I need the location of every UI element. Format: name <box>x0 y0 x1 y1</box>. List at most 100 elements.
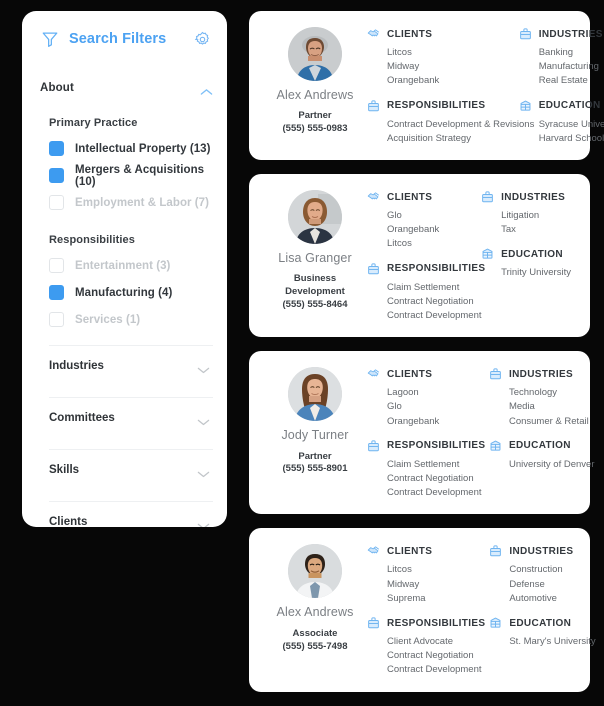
result-card[interactable]: Jody Turner Partner (555) 555-8901 CLIEN… <box>249 351 595 515</box>
detail-item: Contract Development <box>387 664 482 676</box>
detail-block-title: EDUCATION <box>538 100 601 112</box>
person-summary: Jody Turner Partner (555) 555-8901 <box>263 365 367 476</box>
detail-columns: CLIENTS Glo Orangebank Litcos RESPONSIBILI… <box>367 188 585 323</box>
checkbox-unchecked-icon[interactable] <box>49 195 64 210</box>
detail-item: Lagoon <box>387 387 419 399</box>
detail-list: Lagoon Glo Orangebank <box>367 386 479 429</box>
person-role: Business Development <box>285 273 345 298</box>
chevron-up-icon[interactable] <box>200 84 213 95</box>
checkbox-checked-icon[interactable] <box>49 141 64 156</box>
page-title: Search Filters <box>69 31 167 47</box>
detail-item: Midway <box>387 61 420 73</box>
handshake-icon <box>367 367 380 381</box>
detail-item: Acquisition Strategy <box>387 132 471 144</box>
result-card[interactable]: Alex Andrews Associate (555) 555-7498 CL… <box>249 528 596 692</box>
checkbox-checked-icon[interactable] <box>49 168 64 183</box>
person-role: Partner <box>298 450 332 462</box>
detail-block-title: EDUCATION <box>501 248 563 260</box>
detail-list: University of Denver <box>489 458 601 472</box>
detail-item: Contract Negotiation <box>387 473 474 485</box>
detail-columns: CLIENTS Litcos Midway Suprema RESPONSIBILI… <box>367 542 602 677</box>
sidebar-section-about[interactable]: About <box>40 73 213 103</box>
filter-option-mergers-acquisitions[interactable]: Mergers & Acquisitions (10) <box>40 162 213 189</box>
detail-block-title: INDUSTRIES <box>538 28 603 40</box>
filter-option-employment-labor[interactable]: Employment & Labor (7) <box>40 189 213 216</box>
detail-block-industries: INDUSTRIES Construction Defense Automotive <box>489 544 601 606</box>
detail-item: Contract Development & Revisions <box>387 118 535 130</box>
briefcase-icon <box>367 99 380 113</box>
detail-item: Contract Negotiation <box>387 295 474 307</box>
detail-block-title: EDUCATION <box>509 617 572 629</box>
briefcase-icon <box>519 27 532 41</box>
filter-option-services[interactable]: Services (1) <box>40 306 213 333</box>
sidebar-section-clients[interactable]: Clients <box>40 502 213 527</box>
filter-option-manufacturing[interactable]: Manufacturing (4) <box>40 279 213 306</box>
detail-item: Harvard School of Law <box>538 132 604 144</box>
detail-list: Client Advocate Contract Negotiation Contr… <box>367 635 482 678</box>
detail-item: Contract Development <box>387 310 482 322</box>
detail-block-header: EDUCATION <box>519 99 604 113</box>
detail-column-left: CLIENTS Litcos Midway Orangebank RESPONSIB… <box>367 27 535 146</box>
avatar <box>288 367 342 422</box>
sidebar-section-committees[interactable]: Committees <box>40 398 213 437</box>
app-root: Search Filters About Primary Practice In… <box>0 0 604 692</box>
person-summary: Alex Andrews Associate (555) 555-7498 <box>263 542 367 653</box>
detail-block-title: CLIENTS <box>387 191 433 203</box>
detail-block-header: RESPONSIBILITIES <box>367 439 485 453</box>
chevron-down-icon[interactable] <box>197 465 210 477</box>
detail-item: Litcos <box>387 564 412 576</box>
detail-item: Tax <box>501 224 516 236</box>
handshake-icon <box>367 190 380 204</box>
chevron-down-icon[interactable] <box>197 413 210 425</box>
filter-option-label: Services (1) <box>75 313 141 326</box>
detail-item: Suprema <box>387 592 426 604</box>
sidebar-section-skills[interactable]: Skills <box>40 450 213 489</box>
detail-block-title: CLIENTS <box>387 368 433 380</box>
filter-option-entertainment[interactable]: Entertainment (3) <box>40 252 213 279</box>
results-list: Alex Andrews Partner (555) 555-0983 CLIE… <box>249 11 604 706</box>
detail-block-education: EDUCATION St. Mary's University <box>489 616 601 649</box>
person-name: Alex Andrews <box>276 88 354 102</box>
detail-list: Banking Manufacturing Real Estate <box>519 46 604 89</box>
chevron-down-icon[interactable] <box>197 361 210 373</box>
detail-columns: CLIENTS Litcos Midway Orangebank RESPONSIB… <box>367 25 604 146</box>
person-phone: (555) 555-0983 <box>282 123 348 135</box>
detail-block-header: INDUSTRIES <box>481 190 585 204</box>
detail-block-header: RESPONSIBILITIES <box>367 262 485 276</box>
detail-item: Real Estate <box>538 75 588 87</box>
detail-item: Trinity University <box>501 267 571 279</box>
funnel-icon <box>41 30 59 48</box>
sidebar-section-industries[interactable]: Industries <box>40 346 213 385</box>
person-phone: (555) 555-8464 <box>282 299 348 311</box>
detail-block-responsibilities: RESPONSIBILITIES Claim Settlement Contrac… <box>367 439 485 501</box>
detail-block-header: RESPONSIBILITIES <box>367 99 509 113</box>
briefcase-icon <box>367 616 380 630</box>
gear-icon[interactable] <box>194 31 211 48</box>
detail-item: Automotive <box>509 592 557 604</box>
detail-list: Litcos Midway Orangebank <box>367 46 509 89</box>
detail-column-left: CLIENTS Glo Orangebank Litcos RESPONSIBILI… <box>367 190 485 323</box>
detail-item: Glo <box>387 210 402 222</box>
detail-item: Consumer & Retail <box>508 415 589 427</box>
avatar <box>288 190 342 245</box>
person-phone: (555) 555-8901 <box>282 463 348 475</box>
checkbox-unchecked-icon[interactable] <box>49 312 64 327</box>
result-card[interactable]: Lisa Granger Business Development (555) … <box>249 174 590 338</box>
section-label-skills: Skills <box>49 463 80 476</box>
detail-columns: CLIENTS Lagoon Glo Orangebank RESPONSIBILI… <box>367 365 601 500</box>
detail-item: Claim Settlement <box>387 458 460 470</box>
result-card[interactable]: Alex Andrews Partner (555) 555-0983 CLIE… <box>249 11 604 161</box>
checkbox-unchecked-icon[interactable] <box>49 258 64 273</box>
chevron-down-icon[interactable] <box>197 517 210 527</box>
detail-block-header: INDUSTRIES <box>489 367 601 381</box>
detail-block-title: INDUSTRIES <box>508 368 574 380</box>
detail-block-education: EDUCATION Trinity University <box>481 247 585 280</box>
detail-list: Trinity University <box>481 266 585 280</box>
detail-item: Construction <box>509 564 563 576</box>
detail-list: Technology Media Consumer & Retail <box>489 386 601 429</box>
detail-block-industries: INDUSTRIES Banking Manufacturing Real Esta… <box>519 27 604 89</box>
detail-item: St. Mary's University <box>509 636 596 648</box>
checkbox-checked-icon[interactable] <box>49 285 64 300</box>
section-label-industries: Industries <box>49 359 104 372</box>
filter-option-intellectual-property[interactable]: Intellectual Property (13) <box>40 135 213 162</box>
